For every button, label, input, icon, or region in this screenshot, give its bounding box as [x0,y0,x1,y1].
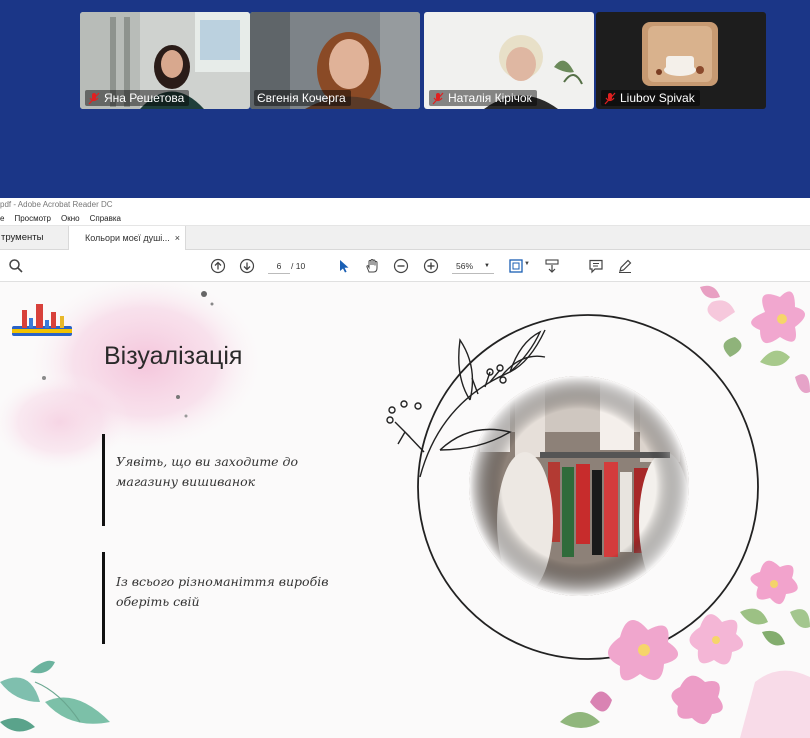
slide-title: Візуалізація [104,342,243,370]
next-page-icon[interactable] [239,258,255,274]
quote-text-1: Уявіть, що ви заходите до магазину вишив… [116,454,298,489]
participant-name: Яна Решетова [104,91,185,105]
close-tab-icon[interactable]: × [175,226,180,250]
tab-bar: трументы Кольори моєї душі... × [0,226,810,250]
mic-muted-icon [432,92,444,104]
scroll-mode-icon[interactable] [544,258,560,274]
participant-name-label: Євгенія Кочерга [254,90,351,106]
participant-name-label: Наталія Кірічок [429,90,537,106]
previous-page-icon[interactable] [210,258,226,274]
flower-decoration [700,285,810,393]
pdf-slide-page: Візуалізація Уявіть, що ви заходите до м… [0,282,810,738]
participant-name: Liubov Spivak [620,91,695,105]
hand-tool-icon[interactable] [364,258,380,274]
chevron-down-icon: ▼ [484,263,490,269]
menu-item-view[interactable]: Просмотр [14,212,51,225]
tab-document[interactable]: Кольори моєї душі... × [68,226,186,250]
participant-tile[interactable]: Наталія Кірічок [424,12,594,109]
video-call-area: Яна Решетова Євгенія Кочерга Наталія Кір… [0,0,810,209]
pen-icon[interactable] [617,258,633,274]
participant-name-label: Liubov Spivak [601,90,700,106]
search-icon[interactable] [8,258,24,274]
quote-divider [102,552,105,644]
menu-item-window[interactable]: Окно [61,212,80,225]
participant-name-label: Яна Решетова [85,90,190,106]
chevron-down-icon[interactable]: ▼ [524,261,530,267]
zoom-level-select[interactable]: 56% ▼ [452,258,494,274]
zoom-in-icon[interactable] [423,258,439,274]
select-cursor-icon[interactable] [336,258,352,274]
quote-text-2: Із всього різноманіття виробів оберіть с… [116,574,329,609]
toolbar: 6 / 10 56% ▼ ▼ [0,250,810,282]
menu-bar: е Просмотр Окно Справка [0,212,810,226]
tab-document-label: Кольори моєї душі... [85,233,170,243]
page-number-input[interactable]: 6 [268,258,290,274]
participant-name: Євгенія Кочерга [257,91,346,105]
mic-muted-icon [604,92,616,104]
menu-item-help[interactable]: Справка [90,212,121,225]
zoom-level-value: 56% [456,261,474,271]
zoom-out-icon[interactable] [393,258,409,274]
menu-item-edit[interactable]: е [0,212,4,225]
participant-name: Наталія Кірічок [448,91,532,105]
tab-tools[interactable]: трументы [0,226,43,250]
quote-divider [102,434,105,526]
fit-page-icon[interactable] [508,258,524,274]
participant-tile[interactable]: Яна Решетова [80,12,250,109]
mic-muted-icon [88,92,100,104]
participant-tile-active[interactable]: Євгенія Кочерга [250,12,420,109]
participant-tile[interactable]: Liubov Spivak [596,12,766,109]
window-title: pdf - Adobe Acrobat Reader DC [0,198,810,212]
leaf-decoration [0,660,110,732]
page-total: / 10 [291,261,306,271]
comment-icon[interactable] [588,258,604,274]
